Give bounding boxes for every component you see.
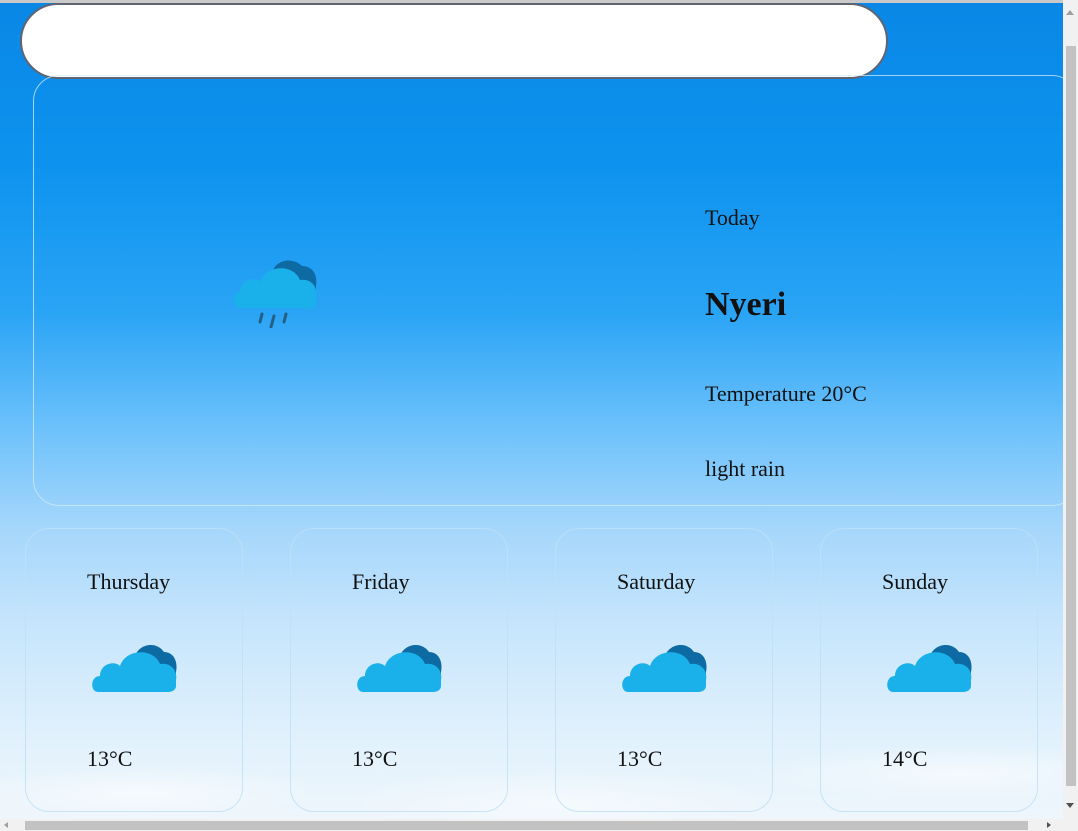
scroll-down-arrow-icon[interactable] <box>1066 803 1074 808</box>
weather-description: light rain <box>705 456 786 481</box>
horizontal-scroll-thumb[interactable] <box>25 821 1028 830</box>
forecast-day-name: Sunday <box>882 569 948 594</box>
forecast-temperature: 13°C <box>352 746 398 771</box>
current-temperature: Temperature 20°C <box>705 381 867 406</box>
app-viewport: Today Nyeri Temperature 20°C light rain … <box>0 0 1063 819</box>
forecast-card-friday: Friday 13°C <box>290 528 508 812</box>
horizontal-scrollbar[interactable] <box>0 819 1078 831</box>
forecast-day-name: Thursday <box>87 569 171 594</box>
current-weather-card: Today Nyeri Temperature 20°C light rain <box>33 75 1063 506</box>
city-search-input[interactable] <box>22 5 886 77</box>
cloud-icon <box>887 645 972 692</box>
cloud-icon <box>357 645 442 692</box>
forecast-day-name: Friday <box>352 569 410 594</box>
today-label: Today <box>705 205 760 230</box>
search-box[interactable] <box>20 3 888 79</box>
scroll-up-arrow-icon[interactable] <box>1066 10 1074 15</box>
forecast-temperature: 14°C <box>882 746 928 771</box>
forecast-card-thursday: Thursday 13°C <box>25 528 243 812</box>
cloud-icon <box>622 645 707 692</box>
forecast-temperature: 13°C <box>617 746 663 771</box>
forecast-card-sunday: Sunday 14°C <box>820 528 1038 812</box>
forecast-card-saturday: Saturday 13°C <box>555 528 773 812</box>
vertical-scrollbar[interactable] <box>1063 0 1078 819</box>
city-name: Nyeri <box>705 286 787 323</box>
cloud-rain-icon <box>233 260 317 328</box>
cloud-icon <box>92 645 177 692</box>
vertical-scroll-thumb[interactable] <box>1066 46 1076 786</box>
forecast-day-name: Saturday <box>617 569 696 594</box>
scroll-left-arrow-icon[interactable] <box>4 822 8 828</box>
scroll-right-arrow-icon[interactable] <box>1047 822 1051 828</box>
forecast-temperature: 13°C <box>87 746 133 771</box>
